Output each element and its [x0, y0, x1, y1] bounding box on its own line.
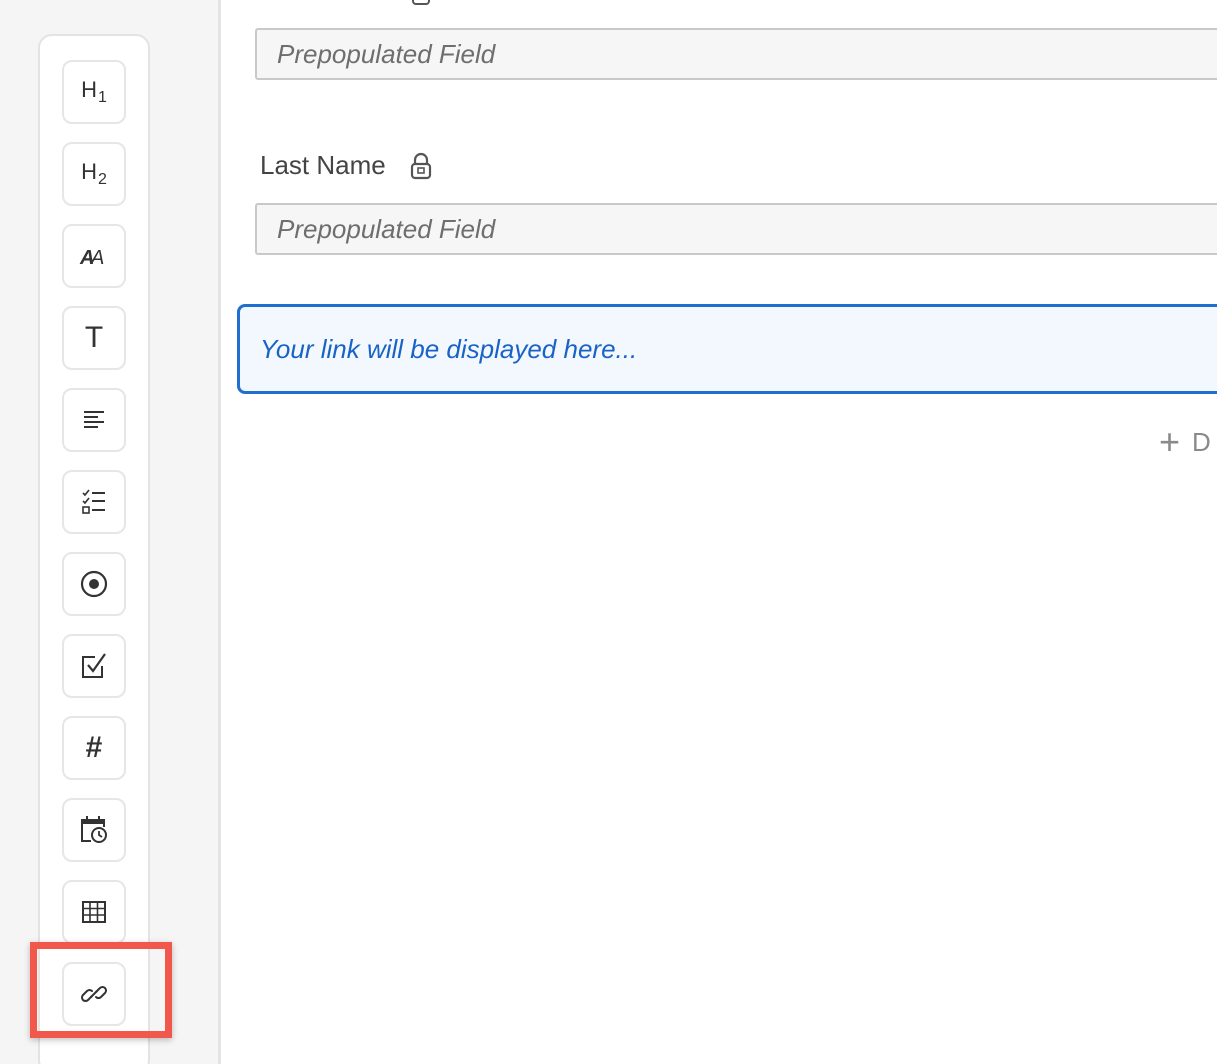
left-panel: H1 H2 A A T # [0, 0, 221, 1064]
text-icon: T [84, 321, 104, 354]
checklist-button[interactable] [62, 470, 126, 534]
lock-icon [411, 0, 431, 6]
link-display-area[interactable]: Your link will be displayed here... [237, 304, 1217, 394]
table-button[interactable] [62, 880, 126, 944]
paragraph-button[interactable] [62, 388, 126, 452]
add-button[interactable]: + D [1159, 424, 1211, 460]
last-name-label-text: Last Name [260, 150, 386, 180]
checkbox-tool-button[interactable] [62, 634, 126, 698]
text-style-icon: A A [79, 243, 109, 269]
form-canvas: Last Name Your link will be displayed he… [221, 0, 1217, 1064]
radio-icon [79, 569, 109, 599]
first-prepopulated-field[interactable] [255, 28, 1217, 80]
last-name-field[interactable] [255, 203, 1217, 255]
editor-page: H1 H2 A A T # Prepopulated Field Last Na… [0, 0, 1217, 1064]
checkbox-icon [80, 652, 108, 680]
element-toolbar: H1 H2 A A T # [38, 34, 150, 1064]
lock-icon [410, 152, 432, 180]
date-button[interactable] [62, 798, 126, 862]
highlight-frame [30, 942, 172, 1038]
heading-2-icon: H2 [81, 158, 107, 188]
number-icon: # [85, 731, 103, 764]
paragraph-icon [82, 408, 106, 432]
checklist-icon [81, 489, 107, 515]
last-name-label: Last Name [260, 150, 432, 181]
svg-text:A: A [90, 247, 104, 269]
number-button[interactable]: # [62, 716, 126, 780]
add-button-label: D [1192, 426, 1211, 457]
heading-1-icon: H1 [81, 76, 107, 106]
heading-2-button[interactable]: H2 [62, 142, 126, 206]
heading-1-button[interactable]: H1 [62, 60, 126, 124]
link-placeholder-text: Your link will be displayed here... [260, 333, 638, 364]
text-style-button[interactable]: A A [62, 224, 126, 288]
calendar-clock-icon [79, 815, 109, 845]
plus-icon: + [1159, 421, 1181, 462]
table-icon [81, 899, 107, 925]
text-button[interactable]: T [62, 306, 126, 370]
radio-button-tool[interactable] [62, 552, 126, 616]
